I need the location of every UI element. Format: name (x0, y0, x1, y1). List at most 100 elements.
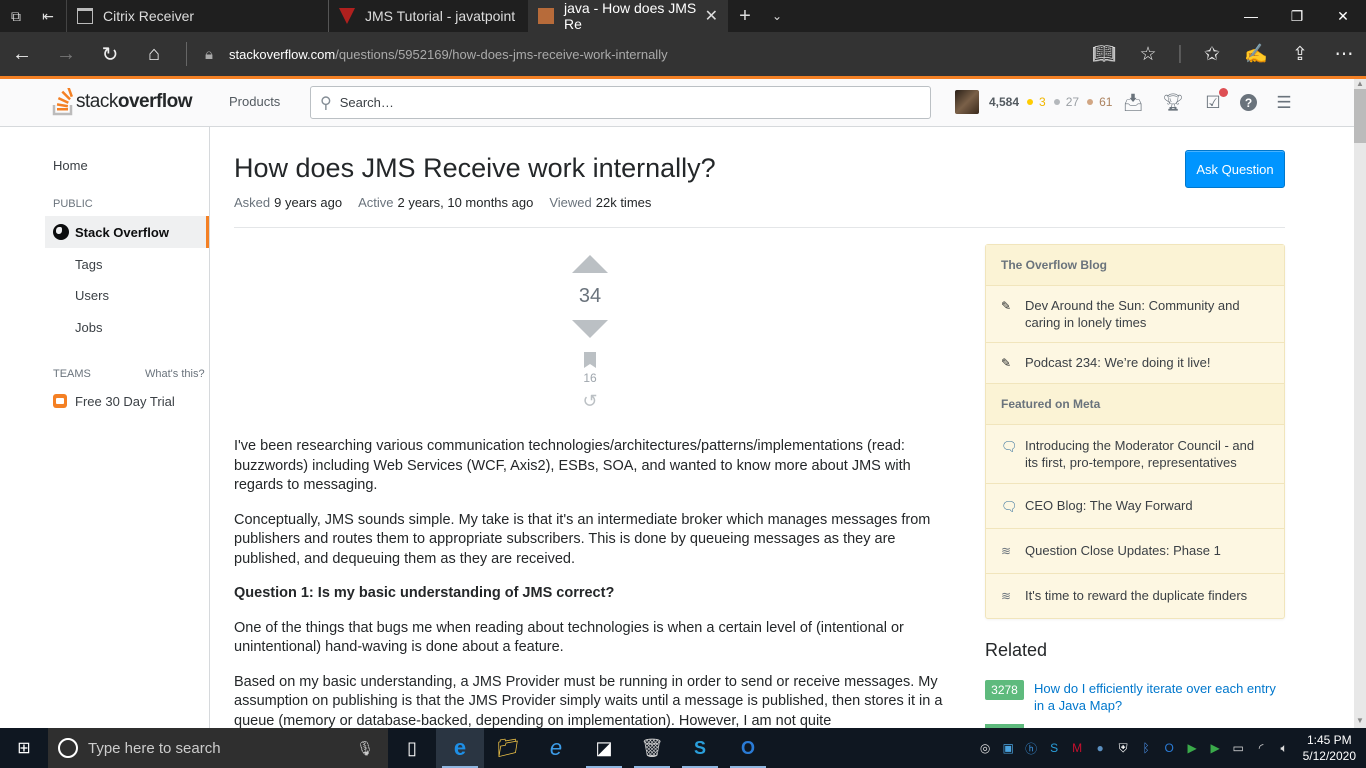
share-icon[interactable]: ⇪ (1278, 43, 1322, 66)
nav-jobs[interactable]: Jobs (75, 320, 102, 335)
browser-tab-javatpoint[interactable]: JMS Tutorial - javatpoint (328, 0, 528, 32)
skype-tray-icon[interactable]: S (1046, 740, 1063, 757)
wifi-icon[interactable]: ◜ (1253, 740, 1270, 757)
task-view-icon[interactable]: ▯ (388, 728, 436, 768)
gold-badge-icon (1027, 99, 1034, 105)
left-sidebar: Home PUBLIC Stack Overflow Tags Users Jo… (0, 127, 210, 728)
forward-icon[interactable]: → (44, 32, 88, 76)
post-paragraph: Conceptually, JMS sounds simple. My take… (234, 511, 931, 567)
divider (234, 227, 1285, 228)
bluetooth-icon[interactable]: ᛒ (1138, 740, 1155, 757)
refresh-icon[interactable]: ↻ (88, 32, 132, 76)
avatar[interactable] (955, 90, 979, 114)
new-tab-icon[interactable]: + (728, 5, 762, 28)
bookmark-icon[interactable] (584, 352, 596, 368)
set-aside-tabs-icon[interactable]: ⇤ (32, 0, 64, 32)
meta-item[interactable]: 🗨︎ CEO Blog: The Way Forward (986, 484, 1284, 529)
meta-item[interactable]: ≋ It's time to reward the duplicate find… (986, 574, 1284, 618)
scroll-down-icon[interactable]: ▼ (1354, 716, 1366, 728)
inbox-icon[interactable]: 📥︎ (1120, 91, 1146, 115)
windows-taskbar: ⊞ Type here to search 🎙︎ ▯ e 📁︎ e ◪ 🗑︎ S… (0, 728, 1366, 768)
products-menu[interactable]: Products (229, 94, 280, 109)
outlook-tray-icon[interactable]: O (1161, 740, 1178, 757)
favorites-list-icon[interactable]: ✩ (1190, 43, 1234, 66)
taskbar-clock[interactable]: 1:45 PM 5/12/2020 (1303, 732, 1356, 764)
close-tab-icon[interactable]: ✕ (705, 6, 718, 26)
edge-browser-icon[interactable]: e (436, 728, 484, 768)
meta-item[interactable]: ≋ Question Close Updates: Phase 1 (986, 529, 1284, 574)
reputation: 4,584 (989, 95, 1020, 109)
pen-icon[interactable]: ✍ (1234, 42, 1278, 66)
nav-tags[interactable]: Tags (75, 257, 102, 272)
site-switcher-icon[interactable]: ☰ (1271, 91, 1297, 115)
blog-item[interactable]: ✎ Dev Around the Sun: Community and cari… (986, 286, 1284, 343)
downvote-icon[interactable] (572, 320, 608, 338)
review-queue-icon[interactable]: ☑ (1200, 88, 1228, 115)
restore-icon[interactable]: ❐ (1274, 0, 1320, 32)
minimize-icon[interactable]: — (1228, 0, 1274, 32)
stack-exchange-icon: ≋ (1001, 589, 1012, 603)
history-icon[interactable]: ↺ (560, 391, 620, 412)
javatpoint-icon (339, 8, 355, 24)
nav-stack-overflow[interactable]: Stack Overflow (45, 216, 209, 248)
home-icon[interactable]: ⌂ (132, 32, 176, 76)
mcafee-icon[interactable]: M (1069, 740, 1086, 757)
outlook-icon[interactable]: O (724, 728, 772, 768)
volume-icon[interactable]: 🔈︎ (1276, 740, 1293, 757)
more-icon[interactable]: ⋯ (1322, 43, 1366, 66)
microphone-icon[interactable]: 🎙︎ (356, 740, 374, 757)
bronze-badge-count: 61 (1099, 95, 1113, 109)
tray-app-icon[interactable]: ▶ (1207, 740, 1224, 757)
skype-icon[interactable]: S (676, 728, 724, 768)
tray-app-icon[interactable]: ▶ (1184, 740, 1201, 757)
achievements-icon[interactable]: 🏆︎ (1160, 91, 1186, 115)
sticky-notes-icon[interactable]: ◪ (580, 728, 628, 768)
lock-tray-icon[interactable]: ● (1092, 740, 1109, 757)
close-window-icon[interactable]: ✕ (1320, 0, 1366, 32)
related-link[interactable]: How do I efficiently iterate over each e… (1034, 680, 1285, 714)
reading-view-icon[interactable]: 📖︎ (1082, 42, 1126, 66)
tab-preview-icon[interactable]: ⧉ (0, 0, 32, 32)
file-explorer-icon[interactable]: 📁︎ (484, 728, 532, 768)
asked-info: Asked 9 years ago (234, 195, 343, 210)
windows-start-icon[interactable]: ⊞ (0, 728, 48, 768)
site-logo[interactable]: stackoverflow (52, 86, 192, 118)
meta-item[interactable]: 🗨︎ Introducing the Moderator Council - a… (986, 425, 1284, 484)
favorite-star-icon[interactable]: ☆ (1126, 43, 1170, 66)
network-status-icon[interactable]: ▭ (1230, 740, 1247, 757)
free-trial-link[interactable]: Free 30 Day Trial (53, 394, 175, 409)
site-header: stackoverflow Products ⚲ 4,584 3 27 61 📥… (0, 79, 1354, 127)
search-input[interactable] (339, 95, 900, 110)
nav-home[interactable]: Home (53, 158, 88, 173)
chevron-down-icon[interactable]: ⌄ (762, 9, 792, 23)
active-info[interactable]: Active 2 years, 10 months ago (358, 195, 533, 210)
back-icon[interactable]: ← (0, 32, 44, 76)
browser-tab-stackoverflow[interactable]: java - How does JMS Re ✕ (528, 0, 728, 32)
url-field[interactable]: stackoverflow.com/questions/5952169/how-… (229, 47, 668, 62)
user-card[interactable]: 4,584 3 27 61 (955, 90, 1112, 114)
related-item[interactable]: 3278 How do I efficiently iterate over e… (985, 680, 1285, 714)
pencil-icon: ✎ (1001, 299, 1012, 313)
tray-app-icon[interactable]: ◎ (977, 740, 994, 757)
recycle-bin-icon[interactable]: 🗑︎ (628, 728, 676, 768)
upvote-icon[interactable] (572, 255, 608, 273)
hp-icon[interactable]: ⓗ (1023, 740, 1040, 757)
scrollbar-thumb[interactable] (1354, 89, 1366, 143)
tray-app-icon[interactable]: ▣ (1000, 740, 1017, 757)
chat-bubble-icon: 🗨︎ (1001, 439, 1018, 454)
nav-users[interactable]: Users (75, 288, 109, 303)
page-title[interactable]: How does JMS Receive work internally? (234, 153, 716, 184)
browser-tab-citrix[interactable]: Citrix Receiver (66, 0, 266, 32)
blog-item[interactable]: ✎ Podcast 234: We’re doing it live! (986, 343, 1284, 384)
page-scrollbar[interactable]: ▲ ▼ (1354, 79, 1366, 728)
help-icon[interactable]: ? (1240, 94, 1257, 111)
ask-question-button[interactable]: Ask Question (1185, 150, 1285, 188)
internet-explorer-icon[interactable]: e (532, 728, 580, 768)
cortana-icon (58, 738, 78, 758)
header-icons: 📥︎ 🏆︎ ☑ ? ☰ (1120, 88, 1297, 115)
divider: | (1177, 43, 1183, 64)
question-meta: Asked 9 years ago Active 2 years, 10 month… (234, 195, 651, 210)
security-warning-icon[interactable]: ⛨ (1115, 740, 1132, 757)
whats-this-link[interactable]: What's this? (145, 368, 205, 380)
taskbar-search[interactable]: Type here to search 🎙︎ (48, 728, 388, 768)
